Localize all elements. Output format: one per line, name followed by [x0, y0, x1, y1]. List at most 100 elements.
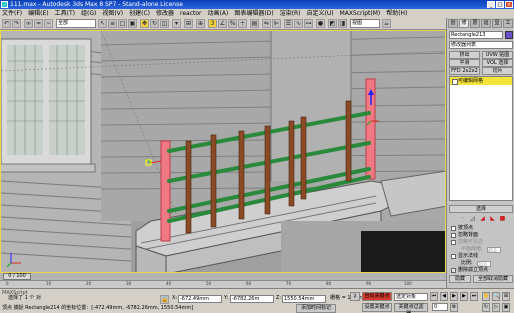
set-key-button[interactable]: 设置关键点	[362, 303, 392, 312]
tab-create[interactable]: 创	[448, 19, 458, 28]
pivot-center-icon[interactable]: ⊞	[184, 19, 193, 28]
menu-animation[interactable]: 动画(A)	[208, 9, 229, 18]
delete-isolated-verts-checkbox[interactable]: ✓	[451, 268, 456, 273]
menu-rendering[interactable]: 渲染(R)	[280, 9, 301, 18]
select-and-scale-icon[interactable]: ◫	[160, 19, 169, 28]
show-normals-checkbox[interactable]	[451, 254, 456, 259]
face-icon[interactable]: ◢	[479, 215, 486, 222]
quick-render-icon[interactable]: ◨	[338, 19, 347, 28]
menu-maxscript[interactable]: MAXScript(M)	[340, 9, 381, 18]
unlink-icon[interactable]: ≈	[34, 19, 43, 28]
object-color-swatch[interactable]	[505, 31, 513, 39]
track-bar[interactable]: 0 10 20 30 40 50 60 70 80 90 100	[0, 280, 446, 288]
percent-snap-icon[interactable]: %	[228, 19, 237, 28]
tab-motion[interactable]: 运	[481, 19, 491, 28]
ignore-visible-edges-checkbox[interactable]	[451, 240, 456, 245]
time-config-icon[interactable]: ⚙	[450, 303, 458, 312]
time-slider[interactable]: 0 / 100	[3, 273, 31, 280]
orbit-icon[interactable]: ↻	[482, 303, 490, 312]
zoom-icon[interactable]: 🔍	[492, 292, 500, 301]
maximize-viewport-icon[interactable]: ▣	[502, 303, 510, 312]
maximize-button[interactable]: □	[496, 1, 504, 8]
scene-render[interactable]	[1, 31, 446, 273]
redo-icon[interactable]: ↷	[12, 19, 21, 28]
y-coordinate-field[interactable]: -6782.26m	[230, 295, 274, 303]
ignore-backfacing-checkbox[interactable]	[451, 233, 456, 238]
selection-rollout-title[interactable]: 选择	[449, 205, 513, 213]
key-icon[interactable]: ⚷	[350, 292, 360, 301]
rectangular-selection-icon[interactable]: □	[118, 19, 127, 28]
material-editor-icon[interactable]: ●	[316, 19, 325, 28]
field-of-view-icon[interactable]: ▷	[492, 303, 500, 312]
menu-modifiers[interactable]: 修改器	[156, 9, 174, 18]
lock-selection-icon[interactable]: 🔒	[160, 295, 169, 304]
undo-icon[interactable]: ↶	[2, 19, 11, 28]
menu-views[interactable]: 视图(V)	[102, 9, 123, 18]
ignore-backfacing-option[interactable]: 忽略背面	[451, 232, 478, 239]
selection-filter-select[interactable]: 全部	[56, 19, 96, 28]
tab-display[interactable]: 显	[492, 19, 502, 28]
z-coordinate-field[interactable]: 1550.54mm	[282, 295, 326, 303]
tab-modify[interactable]: 修	[459, 19, 469, 28]
edge-icon[interactable]: ◿	[469, 215, 476, 222]
render-scene-icon[interactable]: ◩	[328, 19, 337, 28]
snap-toggle-icon[interactable]: 3	[208, 19, 217, 28]
select-by-name-icon[interactable]: ≡	[108, 19, 117, 28]
polygon-icon[interactable]: ◣	[489, 215, 496, 222]
menu-create[interactable]: 创建(C)	[129, 9, 150, 18]
slice-button[interactable]: 切片	[482, 67, 513, 75]
hide-button[interactable]: 隐藏	[449, 275, 471, 283]
extrude-button[interactable]: 挤出	[449, 51, 480, 59]
next-frame-icon[interactable]: ▶	[460, 292, 468, 301]
menu-help[interactable]: 帮助(H)	[386, 9, 407, 18]
by-vertex-option[interactable]: 按顶点	[451, 225, 473, 232]
curve-editor-icon[interactable]: ∿	[294, 19, 303, 28]
reference-coord-icon[interactable]: ▾	[172, 19, 181, 28]
show-normals-option[interactable]: 显示法线	[451, 253, 478, 260]
bind-space-warp-icon[interactable]: ~	[44, 19, 53, 28]
zoom-all-icon[interactable]: ⊞	[502, 292, 510, 301]
menu-file[interactable]: 文件(F)	[2, 9, 22, 18]
ignore-visible-edges-option[interactable]: 忽略可见边	[451, 239, 483, 246]
go-to-start-icon[interactable]: ⏮	[430, 292, 438, 301]
tab-hierarchy[interactable]: 层	[470, 19, 480, 28]
current-frame-field[interactable]: 0	[432, 303, 448, 311]
teapot-render-icon[interactable]: ☕	[382, 19, 391, 28]
uvw-map-button[interactable]: UVW 贴图	[482, 51, 513, 59]
unhide-all-button[interactable]: 全部取消隐藏	[473, 275, 513, 283]
tab-utilities[interactable]: 工	[503, 19, 513, 28]
minimize-button[interactable]: _	[487, 1, 495, 8]
previous-frame-icon[interactable]: ◀	[440, 292, 448, 301]
mirror-icon[interactable]: ⇋	[262, 19, 271, 28]
spinner-snap-icon[interactable]: ÷	[238, 19, 247, 28]
smooth-button[interactable]: 平滑	[449, 59, 480, 67]
perspective-viewport[interactable]	[0, 30, 446, 273]
vertex-icon[interactable]: ·	[459, 215, 466, 222]
window-crossing-icon[interactable]: ▣	[128, 19, 137, 28]
auto-key-button[interactable]: 自动关键点	[362, 292, 392, 301]
named-selection-sets-icon[interactable]: ▤	[250, 19, 259, 28]
go-to-end-icon[interactable]: ⏭	[470, 292, 478, 301]
layer-manager-icon[interactable]: ☰	[284, 19, 293, 28]
time-slider-track[interactable]: 0 / 100	[0, 273, 446, 280]
vol-select-button[interactable]: VOL 选择	[482, 59, 513, 67]
by-vertex-checkbox[interactable]	[451, 226, 456, 231]
select-manipulate-icon[interactable]: ⊕	[196, 19, 205, 28]
close-button[interactable]: ×	[505, 1, 513, 8]
planar-threshold-spinner[interactable]: 45.0	[486, 246, 501, 253]
object-name-field[interactable]: Rectangle213	[449, 31, 503, 39]
select-and-move-icon[interactable]: ✥	[140, 19, 149, 28]
menu-reactor[interactable]: reactor	[180, 9, 202, 18]
stack-item-editable-mesh[interactable]: 可编辑网格	[450, 77, 512, 85]
ffd-button[interactable]: FFD 2x2x2	[449, 67, 480, 75]
scale-spinner[interactable]: 20.0	[476, 260, 491, 267]
element-icon[interactable]: ■	[499, 215, 506, 222]
menu-customize[interactable]: 自定义(U)	[306, 9, 333, 18]
menu-edit[interactable]: 编辑(E)	[28, 9, 48, 18]
delete-isolated-verts-option[interactable]: ✓ 删除孤立顶点	[451, 267, 488, 274]
modifier-list-dropdown[interactable]: 修改器列表	[449, 41, 513, 49]
angle-snap-icon[interactable]: ∠	[218, 19, 227, 28]
select-object-icon[interactable]: ↖	[98, 19, 107, 28]
align-icon[interactable]: ⊫	[272, 19, 281, 28]
x-coordinate-field[interactable]: -672.49mm	[178, 295, 222, 303]
